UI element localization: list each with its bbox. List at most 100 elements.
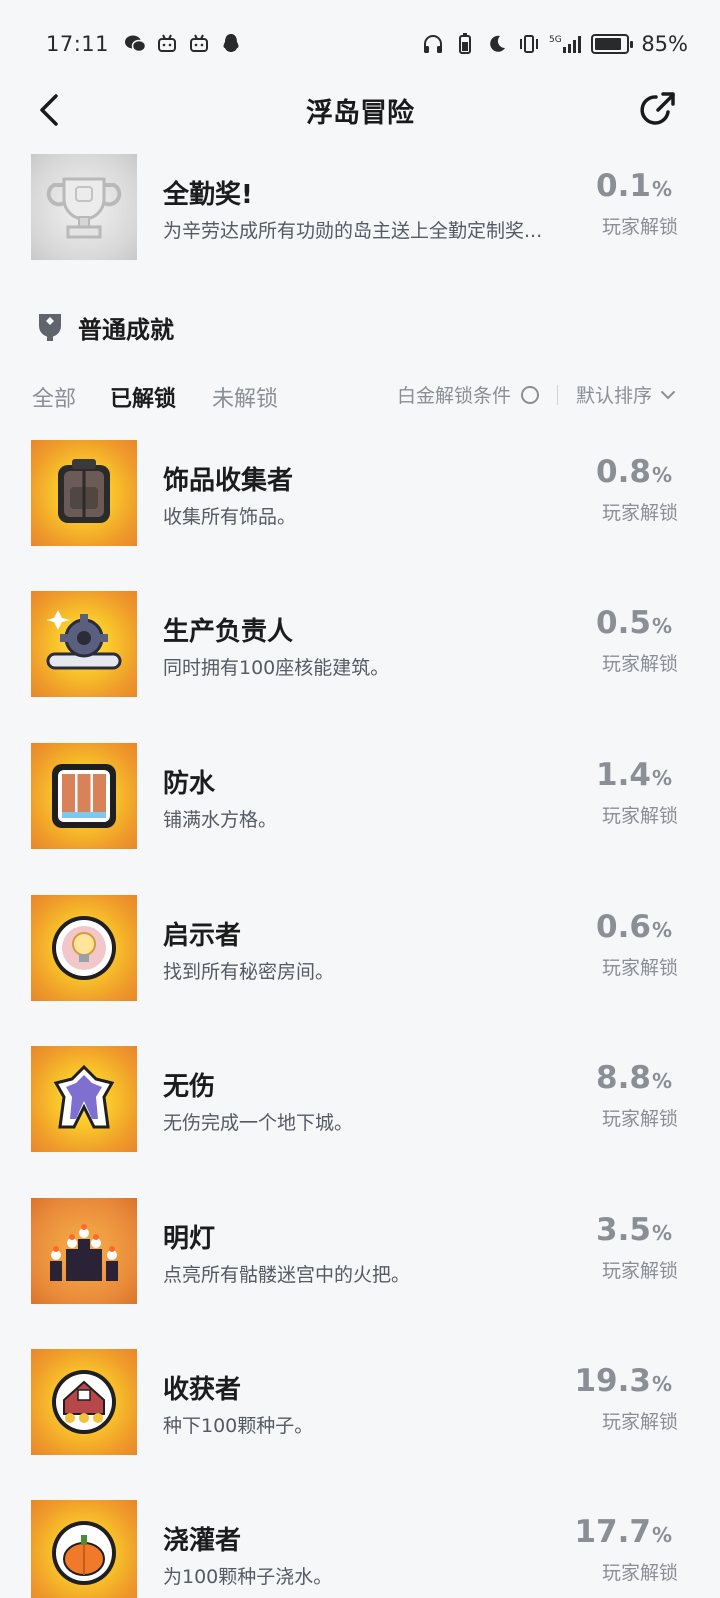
percent-unit: % — [651, 1221, 672, 1245]
percent-value: 0.1 — [596, 168, 651, 204]
barn-icon — [31, 1349, 137, 1455]
percent-unit: % — [651, 1523, 672, 1547]
unlock-percent: 1.4% — [596, 757, 672, 793]
signal-5g-icon: 5G — [549, 32, 583, 56]
sort-dropdown[interactable]: 默认排序 — [576, 381, 676, 408]
achievement-desc: 找到所有秘密房间。 — [163, 961, 335, 983]
achievement-desc: 铺满水方格。 — [163, 809, 278, 831]
unlock-label: 玩家解锁 — [601, 216, 678, 238]
lightbulb-icon — [31, 895, 137, 1001]
percent-unit: % — [651, 463, 672, 487]
unlock-label: 玩家解锁 — [601, 1108, 678, 1130]
vibrate-icon — [517, 32, 541, 56]
percent-unit: % — [651, 614, 672, 638]
achievement-row[interactable]: 收获者 种下100颗种子。 19.3% 玩家解锁 — [0, 1349, 720, 1455]
ghost-figure-icon — [31, 1046, 137, 1152]
unlock-label: 玩家解锁 — [601, 1260, 678, 1282]
unlock-percent: 0.6% — [596, 909, 672, 945]
trophy-badge-icon — [39, 314, 61, 341]
headphones-icon — [421, 32, 445, 56]
unlock-percent: 0.8% — [596, 454, 672, 490]
platinum-condition-toggle[interactable]: 白金解锁条件 — [397, 381, 539, 408]
achievement-title: 生产负责人 — [163, 617, 294, 647]
bilibili-icon — [187, 32, 211, 56]
chevron-left-icon — [40, 94, 58, 126]
achievement-title: 明灯 — [163, 1224, 216, 1254]
unlock-percent: 17.7% — [574, 1514, 672, 1550]
percent-unit: % — [651, 918, 672, 942]
back-button[interactable] — [32, 92, 68, 128]
achievement-desc: 为100颗种子浇水。 — [163, 1566, 333, 1588]
achievement-title: 饰品收集者 — [163, 466, 294, 496]
wechat-icon — [123, 32, 147, 56]
section-header: 普通成就 — [36, 305, 174, 349]
achievement-title: 收获者 — [163, 1375, 242, 1405]
achievement-row[interactable]: 无伤 无伤完成一个地下城。 8.8% 玩家解锁 — [0, 1046, 720, 1152]
unlock-label: 玩家解锁 — [601, 502, 678, 524]
unlock-label: 玩家解锁 — [601, 1562, 678, 1584]
percent-value: 0.8 — [596, 454, 651, 490]
achievement-desc: 收集所有饰品。 — [163, 506, 297, 528]
svg-text:5G: 5G — [549, 35, 562, 45]
achievement-title: 启示者 — [163, 921, 242, 951]
filter-bar: 全部 已解锁 未解锁 白金解锁条件 默认排序 — [0, 373, 720, 417]
unlock-percent: 3.5% — [596, 1212, 672, 1248]
unlock-label: 玩家解锁 — [601, 805, 678, 827]
section-title: 普通成就 — [78, 315, 174, 344]
wood-planks-icon — [31, 743, 137, 849]
divider — [556, 384, 558, 405]
battery-level — [595, 38, 621, 50]
torches-icon — [31, 1198, 137, 1304]
gear-wrench-icon — [31, 591, 137, 697]
unlock-percent: 0.5% — [596, 605, 672, 641]
sort-label: 默认排序 — [575, 385, 652, 407]
share-icon — [640, 92, 675, 125]
percent-value: 1.4 — [596, 757, 651, 793]
achievement-row[interactable]: 生产负责人 同时拥有100座核能建筑。 0.5% 玩家解锁 — [0, 591, 720, 697]
achievement-row[interactable]: 浇灌者 为100颗种子浇水。 17.7% 玩家解锁 — [0, 1500, 720, 1598]
status-time: 17:11 — [46, 32, 110, 56]
bilibili-icon — [155, 32, 179, 56]
achievement-title: 无伤 — [163, 1072, 216, 1102]
achievement-title: 浇灌者 — [163, 1526, 242, 1556]
percent-value: 0.5 — [596, 605, 651, 641]
backpack-icon — [31, 440, 137, 546]
tab-unlocked[interactable]: 已解锁 — [110, 381, 176, 413]
percent-unit: % — [651, 1069, 672, 1093]
radio-icon — [520, 385, 539, 404]
percent-value: 17.7 — [574, 1514, 651, 1550]
unlock-label: 玩家解锁 — [601, 653, 678, 675]
platinum-condition-label: 白金解锁条件 — [396, 385, 511, 407]
qq-icon — [219, 32, 243, 56]
tab-all[interactable]: 全部 — [32, 381, 76, 413]
unlock-label: 玩家解锁 — [601, 957, 678, 979]
chevron-down-icon — [661, 390, 675, 399]
achievement-desc: 同时拥有100座核能建筑。 — [163, 657, 390, 679]
achievement-row[interactable]: 启示者 找到所有秘密房间。 0.6% 玩家解锁 — [0, 895, 720, 1001]
unlock-percent: 8.8% — [596, 1060, 672, 1096]
battery-saver-icon — [453, 32, 477, 56]
percent-value: 19.3 — [574, 1363, 651, 1399]
nav-bar: 浮岛冒险 — [0, 80, 720, 140]
achievement-desc: 无伤完成一个地下城。 — [163, 1112, 354, 1134]
percent-value: 0.6 — [596, 909, 651, 945]
achievement-title: 全勤奖! — [163, 180, 253, 210]
percent-unit: % — [651, 766, 672, 790]
share-button[interactable] — [638, 90, 678, 130]
battery-percent: 85% — [641, 32, 688, 56]
achievement-desc: 种下100颗种子。 — [163, 1415, 314, 1437]
moon-icon — [485, 32, 509, 56]
achievement-row[interactable]: 饰品收集者 收集所有饰品。 0.8% 玩家解锁 — [0, 440, 720, 546]
achievement-desc: 点亮所有骷髅迷宫中的火把。 — [163, 1264, 411, 1286]
battery-icon — [591, 34, 634, 54]
status-bar: 17:11 5G 85% — [0, 0, 720, 88]
pumpkin-icon — [31, 1500, 137, 1598]
achievement-row[interactable]: 防水 铺满水方格。 1.4% 玩家解锁 — [0, 743, 720, 849]
achievement-row[interactable]: 明灯 点亮所有骷髅迷宫中的火把。 3.5% 玩家解锁 — [0, 1198, 720, 1304]
percent-unit: % — [651, 1372, 672, 1396]
tab-locked[interactable]: 未解锁 — [212, 381, 278, 413]
unlock-label: 玩家解锁 — [601, 1411, 678, 1433]
percent-unit: % — [651, 177, 672, 201]
platinum-achievement-row[interactable]: 全勤奖! 为辛劳达成所有功勋的岛主送上全勤定制奖... 0.1% 玩家解锁 — [0, 154, 720, 260]
achievement-title: 防水 — [163, 769, 216, 799]
